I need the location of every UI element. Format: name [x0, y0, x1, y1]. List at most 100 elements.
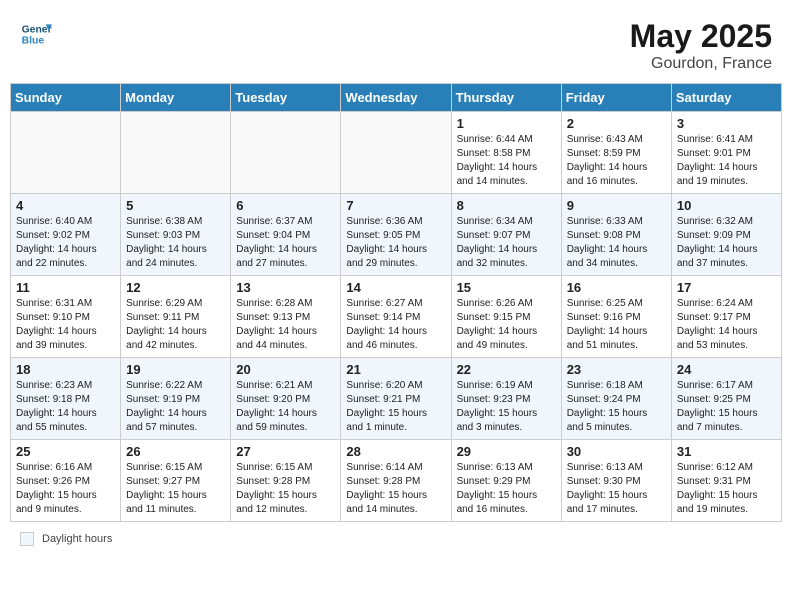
day-info: Sunrise: 6:27 AM Sunset: 9:14 PM Dayligh…: [346, 297, 445, 353]
column-header-thursday: Thursday: [451, 84, 561, 112]
day-info: Sunrise: 6:37 AM Sunset: 9:04 PM Dayligh…: [236, 215, 335, 271]
day-info: Sunrise: 6:34 AM Sunset: 9:07 PM Dayligh…: [457, 215, 556, 271]
day-number: 21: [346, 362, 445, 377]
day-number: 4: [16, 198, 115, 213]
day-info: Sunrise: 6:15 AM Sunset: 9:28 PM Dayligh…: [236, 461, 335, 517]
day-number: 15: [457, 280, 556, 295]
calendar-cell: 7Sunrise: 6:36 AM Sunset: 9:05 PM Daylig…: [341, 194, 451, 276]
column-header-saturday: Saturday: [671, 84, 781, 112]
day-info: Sunrise: 6:12 AM Sunset: 9:31 PM Dayligh…: [677, 461, 776, 517]
day-number: 3: [677, 116, 776, 131]
calendar-cell: 17 Sunrise: 6:24 AM Sunset: 9:17 PM Dayli…: [671, 276, 781, 358]
day-info: Sunrise: 6:40 AM Sunset: 9:02 PM Dayligh…: [16, 215, 115, 271]
title-block: May 2025 Gourdon, France: [630, 18, 772, 73]
day-info: Sunrise: 6:31 AM Sunset: 9:10 PM Dayligh…: [16, 297, 115, 353]
day-number: 9: [567, 198, 666, 213]
day-info: Sunrise: 6:29 AM Sunset: 9:11 PM Dayligh…: [126, 297, 225, 353]
day-info: Sunrise: 6:19 AM Sunset: 9:23 PM Dayligh…: [457, 379, 556, 435]
day-info: Sunrise: 6:15 AM Sunset: 9:27 PM Dayligh…: [126, 461, 225, 517]
day-info: Sunrise: 6:13 AM Sunset: 9:30 PM Dayligh…: [567, 461, 666, 517]
calendar-cell: 31 Sunrise: 6:12 AM Sunset: 9:31 PM Dayli…: [671, 440, 781, 522]
calendar-week-1: 1 Sunrise: 6:44 AM Sunset: 8:58 PM Daylig…: [11, 112, 782, 194]
day-number: 8: [457, 198, 556, 213]
calendar-week-3: 11 Sunrise: 6:31 AM Sunset: 9:10 PM Dayli…: [11, 276, 782, 358]
day-info: Sunrise: 6:18 AM Sunset: 9:24 PM Dayligh…: [567, 379, 666, 435]
calendar-cell: 3Sunrise: 6:41 AM Sunset: 9:01 PM Daylig…: [671, 112, 781, 194]
day-number: 26: [126, 444, 225, 459]
day-number: 1: [457, 116, 556, 131]
logo: General Blue: [20, 18, 52, 50]
calendar-cell: 28 Sunrise: 6:14 AM Sunset: 9:28 PM Dayli…: [341, 440, 451, 522]
calendar-cell: 26 Sunrise: 6:15 AM Sunset: 9:27 PM Dayli…: [121, 440, 231, 522]
column-header-tuesday: Tuesday: [231, 84, 341, 112]
day-number: 22: [457, 362, 556, 377]
day-info: Sunrise: 6:33 AM Sunset: 9:08 PM Dayligh…: [567, 215, 666, 271]
calendar-cell: 20 Sunrise: 6:21 AM Sunset: 9:20 PM Dayli…: [231, 358, 341, 440]
day-info: Sunrise: 6:25 AM Sunset: 9:16 PM Dayligh…: [567, 297, 666, 353]
day-number: 29: [457, 444, 556, 459]
calendar-cell: 13 Sunrise: 6:28 AM Sunset: 9:13 PM Dayli…: [231, 276, 341, 358]
calendar-cell: [341, 112, 451, 194]
calendar-cell: 4 Sunrise: 6:40 AM Sunset: 9:02 PM Daylig…: [11, 194, 121, 276]
calendar-cell: 9 Sunrise: 6:33 AM Sunset: 9:08 PM Daylig…: [561, 194, 671, 276]
day-number: 23: [567, 362, 666, 377]
calendar-cell: 24 Sunrise: 6:17 AM Sunset: 9:25 PM Dayli…: [671, 358, 781, 440]
day-info: Sunrise: 6:24 AM Sunset: 9:17 PM Dayligh…: [677, 297, 776, 353]
calendar-cell: [11, 112, 121, 194]
day-number: 27: [236, 444, 335, 459]
day-number: 2: [567, 116, 666, 131]
legend: Daylight hours: [10, 528, 782, 550]
day-number: 20: [236, 362, 335, 377]
calendar-cell: 12Sunrise: 6:29 AM Sunset: 9:11 PM Dayli…: [121, 276, 231, 358]
calendar-cell: 19 Sunrise: 6:22 AM Sunset: 9:19 PM Dayli…: [121, 358, 231, 440]
day-number: 5: [126, 198, 225, 213]
calendar-cell: 1 Sunrise: 6:44 AM Sunset: 8:58 PM Daylig…: [451, 112, 561, 194]
calendar-cell: 27 Sunrise: 6:15 AM Sunset: 9:28 PM Dayli…: [231, 440, 341, 522]
calendar-cell: 22 Sunrise: 6:19 AM Sunset: 9:23 PM Dayli…: [451, 358, 561, 440]
calendar-cell: 8 Sunrise: 6:34 AM Sunset: 9:07 PM Daylig…: [451, 194, 561, 276]
svg-text:Blue: Blue: [22, 36, 45, 47]
calendar-cell: 11 Sunrise: 6:31 AM Sunset: 9:10 PM Dayli…: [11, 276, 121, 358]
day-number: 31: [677, 444, 776, 459]
day-info: Sunrise: 6:22 AM Sunset: 9:19 PM Dayligh…: [126, 379, 225, 435]
day-info: Sunrise: 6:13 AM Sunset: 9:29 PM Dayligh…: [457, 461, 556, 517]
calendar-cell: 5Sunrise: 6:38 AM Sunset: 9:03 PM Daylig…: [121, 194, 231, 276]
logo-icon: General Blue: [20, 18, 52, 50]
column-header-wednesday: Wednesday: [341, 84, 451, 112]
calendar-cell: [121, 112, 231, 194]
calendar-week-2: 4 Sunrise: 6:40 AM Sunset: 9:02 PM Daylig…: [11, 194, 782, 276]
calendar-cell: 23 Sunrise: 6:18 AM Sunset: 9:24 PM Dayli…: [561, 358, 671, 440]
calendar-week-4: 18 Sunrise: 6:23 AM Sunset: 9:18 PM Dayli…: [11, 358, 782, 440]
column-header-monday: Monday: [121, 84, 231, 112]
day-number: 28: [346, 444, 445, 459]
day-info: Sunrise: 6:28 AM Sunset: 9:13 PM Dayligh…: [236, 297, 335, 353]
day-number: 30: [567, 444, 666, 459]
day-number: 18: [16, 362, 115, 377]
day-number: 25: [16, 444, 115, 459]
day-number: 16: [567, 280, 666, 295]
legend-box: [20, 532, 34, 546]
day-info: Sunrise: 6:44 AM Sunset: 8:58 PM Dayligh…: [457, 133, 556, 189]
day-number: 17: [677, 280, 776, 295]
page-header: General Blue May 2025 Gourdon, France: [10, 10, 782, 77]
day-number: 10: [677, 198, 776, 213]
day-info: Sunrise: 6:14 AM Sunset: 9:28 PM Dayligh…: [346, 461, 445, 517]
location-title: Gourdon, France: [630, 55, 772, 73]
calendar-cell: 18 Sunrise: 6:23 AM Sunset: 9:18 PM Dayli…: [11, 358, 121, 440]
calendar-cell: 25Sunrise: 6:16 AM Sunset: 9:26 PM Dayli…: [11, 440, 121, 522]
calendar-cell: 29 Sunrise: 6:13 AM Sunset: 9:29 PM Dayli…: [451, 440, 561, 522]
calendar-cell: 16 Sunrise: 6:25 AM Sunset: 9:16 PM Dayli…: [561, 276, 671, 358]
day-number: 11: [16, 280, 115, 295]
legend-label: Daylight hours: [42, 533, 112, 545]
day-number: 19: [126, 362, 225, 377]
day-number: 13: [236, 280, 335, 295]
day-info: Sunrise: 6:23 AM Sunset: 9:18 PM Dayligh…: [16, 379, 115, 435]
day-info: Sunrise: 6:21 AM Sunset: 9:20 PM Dayligh…: [236, 379, 335, 435]
calendar-header-row: SundayMondayTuesdayWednesdayThursdayFrid…: [11, 84, 782, 112]
calendar-cell: 2Sunrise: 6:43 AM Sunset: 8:59 PM Daylig…: [561, 112, 671, 194]
calendar-cell: 15Sunrise: 6:26 AM Sunset: 9:15 PM Dayli…: [451, 276, 561, 358]
day-info: Sunrise: 6:17 AM Sunset: 9:25 PM Dayligh…: [677, 379, 776, 435]
calendar-cell: 30 Sunrise: 6:13 AM Sunset: 9:30 PM Dayli…: [561, 440, 671, 522]
day-number: 24: [677, 362, 776, 377]
month-year-title: May 2025: [630, 18, 772, 55]
